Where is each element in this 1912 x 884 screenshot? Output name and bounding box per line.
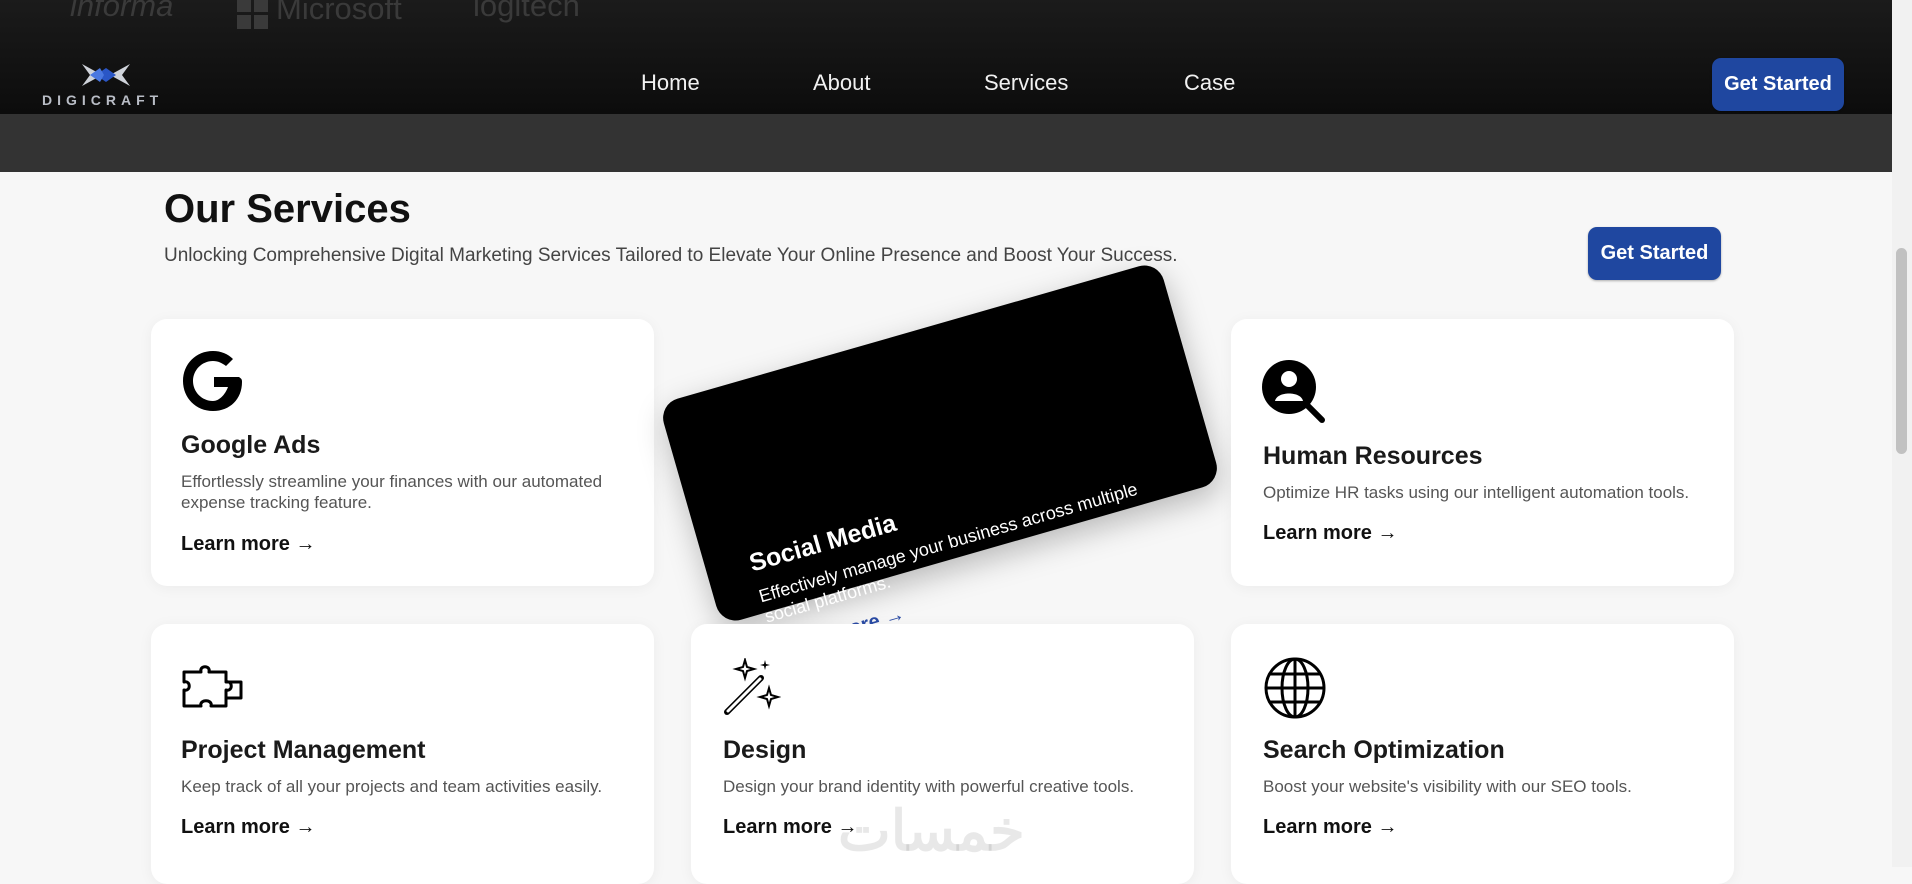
nav-home[interactable]: Home — [641, 70, 700, 96]
logo-text: DIGICRAFT — [42, 92, 164, 108]
card-title: Search Optimization — [1263, 736, 1505, 764]
nav-case[interactable]: Case — [1184, 70, 1235, 96]
partner-logo-microsoft: Microsoft — [237, 0, 402, 29]
scrollbar-thumb[interactable] — [1896, 248, 1907, 454]
service-card-project-management[interactable]: Project Management Keep track of all you… — [151, 624, 654, 884]
nav-services[interactable]: Services — [984, 70, 1068, 96]
learn-more-link[interactable]: Learn more → — [1263, 816, 1397, 839]
service-card-google-ads[interactable]: Google Ads Effortlessly streamline your … — [151, 319, 654, 586]
card-title: Human Resources — [1263, 442, 1483, 470]
card-title: Google Ads — [181, 431, 321, 459]
learn-more-link[interactable]: Learn more → — [1263, 522, 1397, 545]
google-icon — [183, 351, 242, 411]
card-description: Optimize HR tasks using our intelligent … — [1263, 483, 1690, 502]
logo-mark-icon — [82, 64, 130, 86]
nav-about[interactable]: About — [813, 70, 871, 96]
header-bar: informa Microsoft logitech DIGICRAFT Hom… — [0, 0, 1892, 114]
site-header: informa Microsoft logitech DIGICRAFT Hom… — [0, 0, 1892, 172]
magic-wand-icon — [724, 658, 781, 715]
service-card-search-optimization[interactable]: Search Optimization Boost your website's… — [1231, 624, 1734, 884]
puzzle-icon — [182, 665, 243, 708]
services-get-started-button[interactable]: Get Started — [1588, 227, 1721, 280]
card-title: Design — [723, 736, 807, 764]
service-card-human-resources[interactable]: Human Resources Optimize HR tasks using … — [1231, 319, 1734, 586]
watermark: خمسات — [838, 799, 1025, 862]
learn-more-link[interactable]: Learn more → — [181, 816, 315, 839]
card-title: Project Management — [181, 736, 426, 764]
section-title: Our Services — [164, 187, 411, 231]
section-subtitle: Unlocking Comprehensive Digital Marketin… — [164, 245, 1178, 266]
header-get-started-button[interactable]: Get Started — [1712, 58, 1844, 111]
partner-logo-logitech: logitech — [473, 0, 580, 23]
brand-logo[interactable]: DIGICRAFT — [42, 62, 168, 108]
card-description: Boost your website's visibility with our… — [1263, 777, 1632, 796]
learn-more-link[interactable]: Learn more → — [181, 533, 315, 556]
microsoft-icon — [237, 0, 268, 29]
card-description: Keep track of all your projects and team… — [181, 777, 603, 796]
partner-logo-informa: informa — [70, 0, 174, 23]
card-description: Effortlessly streamline your finances wi… — [181, 472, 603, 512]
card-description: Design your brand identity with powerful… — [723, 777, 1135, 796]
partner-name-microsoft: Microsoft — [276, 0, 402, 26]
user-search-icon — [1262, 360, 1325, 423]
globe-icon — [1264, 657, 1326, 719]
service-card-social-media[interactable]: Social Media Effectively manage your bus… — [658, 260, 1222, 661]
